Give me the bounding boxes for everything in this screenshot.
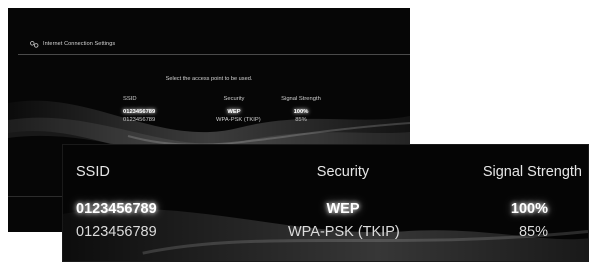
zoomed-list-inset: SSID Security Signal Strength 0123456789…	[62, 144, 589, 262]
network-settings-icon	[30, 40, 39, 48]
ssid-value: 0123456789	[76, 224, 157, 240]
list-item[interactable]: 0123456789 WEP 100%	[8, 109, 410, 117]
header-divider	[18, 54, 410, 55]
signal-value: 100%	[510, 201, 548, 217]
security-value: WEP	[326, 201, 360, 217]
signal-value: 85%	[295, 117, 307, 123]
ssid-header: SSID	[123, 96, 137, 102]
screen-header: Internet Connection Settings	[30, 38, 115, 50]
security-value: WPA-PSK (TKIP)	[288, 224, 400, 240]
signal-header: Signal Strength	[482, 164, 582, 180]
list-item[interactable]: 0123456789 WEP 100%	[63, 201, 588, 221]
signal-header: Signal Strength	[281, 96, 321, 102]
list-item[interactable]: 0123456789 WPA-PSK (TKIP) 85%	[8, 117, 410, 125]
security-header: Security	[223, 96, 245, 102]
list-item[interactable]: 0123456789 WPA-PSK (TKIP) 85%	[63, 224, 588, 244]
ssid-header: SSID	[76, 164, 110, 180]
signal-value: 85%	[518, 224, 548, 240]
signal-value: 100%	[293, 109, 309, 115]
screen-title: Internet Connection Settings	[43, 41, 116, 47]
security-value: WEP	[227, 109, 241, 115]
ssid-value: 0123456789	[123, 109, 156, 115]
ssid-value: 0123456789	[123, 117, 156, 123]
list-header: SSID Security Signal Strength	[63, 164, 588, 184]
ssid-value: 0123456789	[76, 201, 157, 217]
security-value: WPA-PSK (TKIP)	[216, 117, 261, 123]
instruction-text: Select the access point to be used.	[165, 76, 253, 82]
security-header: Security	[316, 164, 370, 180]
list-header: SSID Security Signal Strength	[8, 96, 410, 104]
